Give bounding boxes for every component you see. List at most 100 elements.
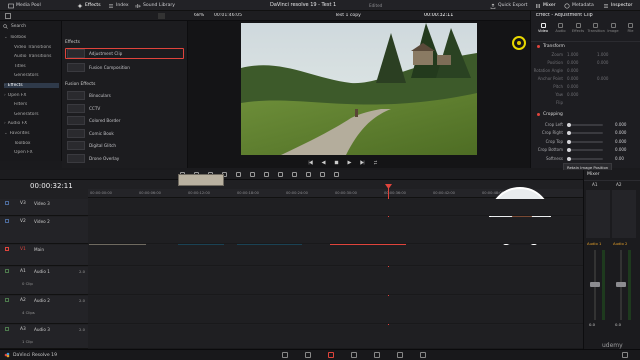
crop-slider[interactable]: [567, 139, 603, 144]
track-lock-icon[interactable]: [5, 327, 9, 331]
track-header[interactable]: V1 Main: [0, 245, 88, 266]
chevron-icon[interactable]: ›: [4, 83, 6, 88]
section-enabled-dot[interactable]: [537, 45, 540, 48]
marker-icon[interactable]: [306, 172, 311, 177]
fusion-effect-item[interactable]: Binoculars: [65, 90, 184, 101]
crop-slider-knob[interactable]: [567, 148, 571, 153]
transform-y-value[interactable]: 0.000: [597, 76, 608, 81]
inspector-tab[interactable]: Effects: [570, 23, 586, 33]
edit-page-icon[interactable]: [328, 352, 334, 358]
v3-clip[interactable]: [178, 174, 224, 186]
inspector-button[interactable]: Inspector: [603, 2, 632, 9]
transform-y-value[interactable]: 0.000: [597, 60, 608, 65]
crop-slider-knob[interactable]: [567, 139, 571, 144]
timeline-name[interactable]: Test 1 copy: [335, 13, 361, 18]
chevron-icon[interactable]: ⌄: [4, 131, 8, 136]
transform-section-header[interactable]: Transform: [537, 44, 565, 49]
track-lock-icon[interactable]: [5, 298, 9, 302]
track-id[interactable]: V3: [20, 201, 26, 206]
track-header[interactable]: A1 Audio 1 2.0 0 Clip: [0, 267, 88, 295]
tree-item[interactable]: ⌄ Toolbox: [4, 35, 59, 40]
transform-x-value[interactable]: 1.000: [567, 52, 578, 57]
sound-library-button[interactable]: Sound Library: [135, 2, 175, 9]
stop-icon[interactable]: [334, 160, 339, 165]
track-lock-icon[interactable]: [5, 269, 9, 273]
track-lock-icon[interactable]: [5, 247, 9, 251]
track-id[interactable]: A3: [20, 327, 26, 332]
track-id[interactable]: A2: [20, 298, 26, 303]
crop-slider-knob[interactable]: [567, 123, 571, 127]
crop-slider[interactable]: [567, 148, 603, 153]
transform-x-value[interactable]: 0.000: [567, 92, 578, 97]
inspector-tab[interactable]: Video: [535, 23, 551, 33]
mixer-toggle-button[interactable]: Mixer: [535, 2, 556, 9]
tree-item[interactable]: Filters: [14, 102, 59, 107]
flag-icon[interactable]: [292, 172, 297, 177]
effect-adjustment-clip[interactable]: Adjustment Clip: [65, 48, 184, 59]
chevron-icon[interactable]: ›: [4, 93, 6, 98]
effects-button[interactable]: Effects: [77, 2, 101, 9]
panel-toggle-icon[interactable]: [5, 13, 11, 19]
cropping-section-header[interactable]: Cropping: [537, 112, 563, 117]
chevron-icon[interactable]: ⌄: [4, 35, 8, 40]
fusion-effect-item[interactable]: Digital Glitch: [65, 140, 184, 151]
tree-item[interactable]: Generators: [14, 112, 59, 117]
crop-value[interactable]: 0.00: [615, 156, 624, 161]
fusion-effect-item[interactable]: Drone Overlay: [65, 153, 184, 164]
crop-slider-knob[interactable]: [567, 131, 571, 136]
section-enabled-dot[interactable]: [537, 113, 540, 116]
effect-fusion-composition[interactable]: Fusion Composition: [65, 62, 184, 73]
metadata-button[interactable]: Metadata: [564, 2, 594, 9]
tree-item[interactable]: Video Transitions: [14, 45, 59, 50]
fusion-effect-item[interactable]: Colored Border: [65, 115, 184, 126]
overwrite-icon[interactable]: [236, 172, 241, 177]
inspector-tab[interactable]: Image: [605, 23, 621, 33]
track-header[interactable]: A3 Audio 3 2.0 1 Clip: [0, 325, 88, 349]
track-lock-icon[interactable]: [5, 201, 9, 205]
zoom-in-icon[interactable]: [334, 172, 339, 177]
crop-slider[interactable]: [567, 156, 603, 161]
transform-x-value[interactable]: 0.000: [567, 84, 578, 89]
search-field[interactable]: Search: [3, 24, 26, 29]
track-header[interactable]: V2 Video 2: [0, 217, 88, 244]
tree-item[interactable]: Toolbox: [14, 141, 59, 146]
transform-x-value[interactable]: 0.000: [567, 68, 578, 73]
fusion-effect-item[interactable]: Comic Book: [65, 128, 184, 139]
index-button[interactable]: Index: [108, 2, 129, 9]
track-id[interactable]: V2: [20, 219, 26, 224]
inspector-tab[interactable]: File: [623, 23, 639, 33]
crop-value[interactable]: 0.000: [615, 147, 626, 152]
transform-x-value[interactable]: 0.000: [567, 60, 578, 65]
link-icon[interactable]: [278, 172, 283, 177]
tree-item[interactable]: Audio Transitions: [14, 54, 59, 59]
tree-item[interactable]: › Open FX: [4, 93, 59, 98]
tree-item[interactable]: ⌄ Favorites: [4, 131, 59, 136]
crop-value[interactable]: 0.000: [615, 139, 626, 144]
viewer-layout-icon[interactable]: [158, 13, 165, 19]
fusion-page-icon[interactable]: [351, 352, 357, 358]
crop-slider-knob[interactable]: [567, 156, 571, 161]
fader-a1[interactable]: [590, 282, 600, 287]
inspector-tab[interactable]: Audio: [553, 23, 569, 33]
fairlight-page-icon[interactable]: [397, 352, 403, 358]
loop-icon[interactable]: [373, 160, 378, 165]
zoom-out-icon[interactable]: [320, 172, 325, 177]
crop-slider[interactable]: [567, 123, 603, 127]
media-pool-button[interactable]: Media Pool: [8, 2, 41, 9]
play-reverse-icon[interactable]: [321, 160, 326, 165]
viewer-frame[interactable]: [241, 23, 477, 155]
track-header[interactable]: V3 Video 3: [0, 199, 88, 216]
crop-value[interactable]: 0.000: [615, 130, 626, 135]
chevron-icon[interactable]: ›: [4, 121, 6, 126]
fader-a2[interactable]: [616, 282, 626, 287]
quick-export-button[interactable]: Quick Export: [490, 2, 528, 9]
tree-item[interactable]: Generators: [14, 73, 59, 78]
crop-slider[interactable]: [567, 131, 603, 136]
inspector-tab[interactable]: Transition: [588, 23, 605, 33]
settings-gear-icon[interactable]: [622, 352, 628, 358]
tree-item[interactable]: Titles: [14, 64, 59, 69]
play-icon[interactable]: [347, 160, 352, 165]
fusion-effect-item[interactable]: CCTV: [65, 103, 184, 114]
replace-icon[interactable]: [250, 172, 255, 177]
viewer-zoom[interactable]: 68%: [194, 13, 204, 18]
